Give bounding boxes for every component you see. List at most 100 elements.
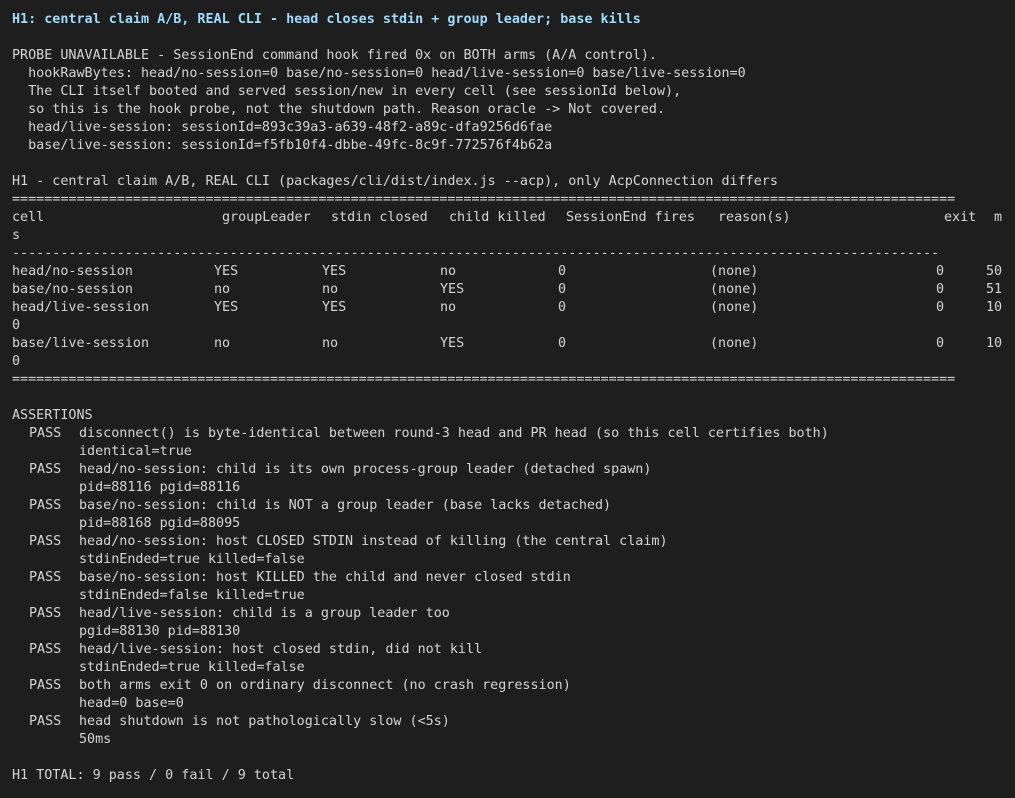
table-row: base/no-session no no YES 0 (none) 0 51	[12, 281, 1015, 299]
assertion-text: head/live-session: child is a group lead…	[79, 606, 450, 621]
assertion-text: head/no-session: child is its own proces…	[79, 462, 652, 477]
assertion-status-badge: PASS	[29, 462, 62, 477]
header-reasons: reason(s)	[718, 210, 791, 225]
row-ms-wrap: 0	[12, 354, 21, 369]
row-session-end: 0	[558, 282, 567, 297]
assertion-item: PASS head/no-session: host CLOSED STDIN i…	[12, 533, 1015, 551]
assertion-status-badge: PASS	[29, 570, 62, 585]
table-body: head/no-session YES YES no 0 (none) 0 50 base/no…	[12, 263, 1015, 371]
assertion-item: PASS head shutdown is not pathologically …	[12, 713, 1015, 731]
probe-line: head/live-session: sessionId=893c39a3-a6…	[12, 120, 553, 135]
header-exit: exit	[944, 210, 977, 225]
row-session-end: 0	[558, 264, 567, 279]
row-ms: 10	[986, 300, 1003, 315]
header-stdin-closed: stdin closed	[331, 210, 428, 225]
row-group-leader: YES	[214, 264, 239, 279]
table-row: head/no-session YES YES no 0 (none) 0 50	[12, 263, 1015, 281]
row-exit: 0	[936, 300, 945, 315]
row-child-killed: YES	[440, 336, 465, 351]
row-exit: 0	[936, 336, 945, 351]
assertion-item: PASS disconnect() is byte-identical betwe…	[12, 425, 1015, 443]
row-session-end: 0	[558, 336, 567, 351]
assertion-detail: stdinEnded=true killed=false	[79, 660, 305, 675]
row-ms-wrap: 0	[12, 318, 21, 333]
assertion-status-badge: PASS	[29, 498, 62, 513]
row-reasons: (none)	[710, 264, 759, 279]
assertion-detail: head=0 base=0	[79, 696, 184, 711]
header-ms: m	[994, 210, 1003, 225]
header-session-end: SessionEnd fires	[566, 210, 695, 225]
assertion-text: base/no-session: host KILLED the child a…	[79, 570, 571, 585]
row-cell: head/live-session	[12, 300, 150, 315]
row-group-leader: no	[214, 282, 231, 297]
table-row: head/live-session YES YES no 0 (none) 0 10	[12, 299, 1015, 317]
row-ms: 50	[986, 264, 1003, 279]
assertion-item: PASS base/no-session: child is NOT a grou…	[12, 497, 1015, 515]
assertion-status-badge: PASS	[29, 606, 62, 621]
table-rule-double: ========================================…	[12, 192, 956, 207]
total-summary: H1 TOTAL: 9 pass / 0 fail / 9 total	[12, 768, 295, 783]
assertion-status-badge: PASS	[29, 714, 62, 729]
assertion-detail: pid=88116 pgid=88116	[79, 480, 241, 495]
row-cell: base/live-session	[12, 336, 150, 351]
row-child-killed: YES	[440, 282, 465, 297]
header-group-leader: groupLeader	[222, 210, 311, 225]
assertion-text: head shutdown is not pathologically slow…	[79, 714, 450, 729]
row-stdin-closed: YES	[322, 300, 347, 315]
row-ms: 10	[986, 336, 1003, 351]
row-stdin-closed: no	[322, 336, 339, 351]
row-ms: 51	[986, 282, 1003, 297]
header-child-killed: child killed	[449, 210, 546, 225]
row-session-end: 0	[558, 300, 567, 315]
probe-line: hookRawBytes: head/no-session=0 base/no-…	[12, 66, 746, 81]
assertion-text: head/no-session: host CLOSED STDIN inste…	[79, 534, 668, 549]
assertion-text: head/live-session: host closed stdin, di…	[79, 642, 483, 657]
row-child-killed: no	[440, 300, 457, 315]
assertion-item: PASS head/live-session: child is a group …	[12, 605, 1015, 623]
table-caption: H1 - central claim A/B, REAL CLI (packag…	[12, 174, 778, 189]
row-exit: 0	[936, 282, 945, 297]
assertion-detail: pid=88168 pgid=88095	[79, 516, 241, 531]
row-stdin-closed: no	[322, 282, 339, 297]
probe-line: base/live-session: sessionId=f5fb10f4-db…	[12, 138, 553, 153]
assertions-heading: ASSERTIONS	[12, 408, 93, 423]
table-header-row: cell groupLeader stdin closed child kill…	[12, 209, 1015, 227]
row-cell: head/no-session	[12, 264, 133, 279]
table-row: base/live-session no no YES 0 (none) 0 10	[12, 335, 1015, 353]
table-rule-double: ========================================…	[12, 372, 956, 387]
assertion-text: base/no-session: child is NOT a group le…	[79, 498, 612, 513]
assertion-status-badge: PASS	[29, 534, 62, 549]
assertion-detail: pgid=88130 pid=88130	[79, 624, 241, 639]
assertion-detail: identical=true	[79, 444, 192, 459]
assertion-text: both arms exit 0 on ordinary disconnect …	[79, 678, 571, 693]
probe-line: so this is the hook probe, not the shutd…	[12, 102, 666, 117]
header-cell: cell	[12, 210, 45, 225]
row-cell: base/no-session	[12, 282, 133, 297]
table-rule-single: ----------------------------------------…	[12, 246, 940, 261]
assertion-item: PASS head/live-session: host closed stdin…	[12, 641, 1015, 659]
section-title: H1: central claim A/B, REAL CLI - head c…	[12, 12, 641, 27]
assertion-status-badge: PASS	[29, 426, 62, 441]
assertion-text: disconnect() is byte-identical between r…	[79, 426, 829, 441]
row-reasons: (none)	[710, 282, 759, 297]
assertion-list: PASS disconnect() is byte-identical betwe…	[12, 425, 1015, 749]
row-child-killed: no	[440, 264, 457, 279]
assertion-detail: stdinEnded=true killed=false	[79, 552, 305, 567]
terminal-output: H1: central claim A/B, REAL CLI - head c…	[0, 0, 1015, 798]
header-ms-wrap: s	[12, 228, 21, 243]
probe-line: The CLI itself booted and served session…	[12, 84, 682, 99]
row-exit: 0	[936, 264, 945, 279]
probe-line: PROBE UNAVAILABLE - SessionEnd command h…	[12, 48, 657, 63]
row-reasons: (none)	[710, 300, 759, 315]
row-group-leader: YES	[214, 300, 239, 315]
row-group-leader: no	[214, 336, 231, 351]
assertion-item: PASS both arms exit 0 on ordinary disconn…	[12, 677, 1015, 695]
assertion-status-badge: PASS	[29, 678, 62, 693]
row-reasons: (none)	[710, 336, 759, 351]
assertion-detail: 50ms	[79, 732, 112, 747]
assertion-detail: stdinEnded=false killed=true	[79, 588, 305, 603]
